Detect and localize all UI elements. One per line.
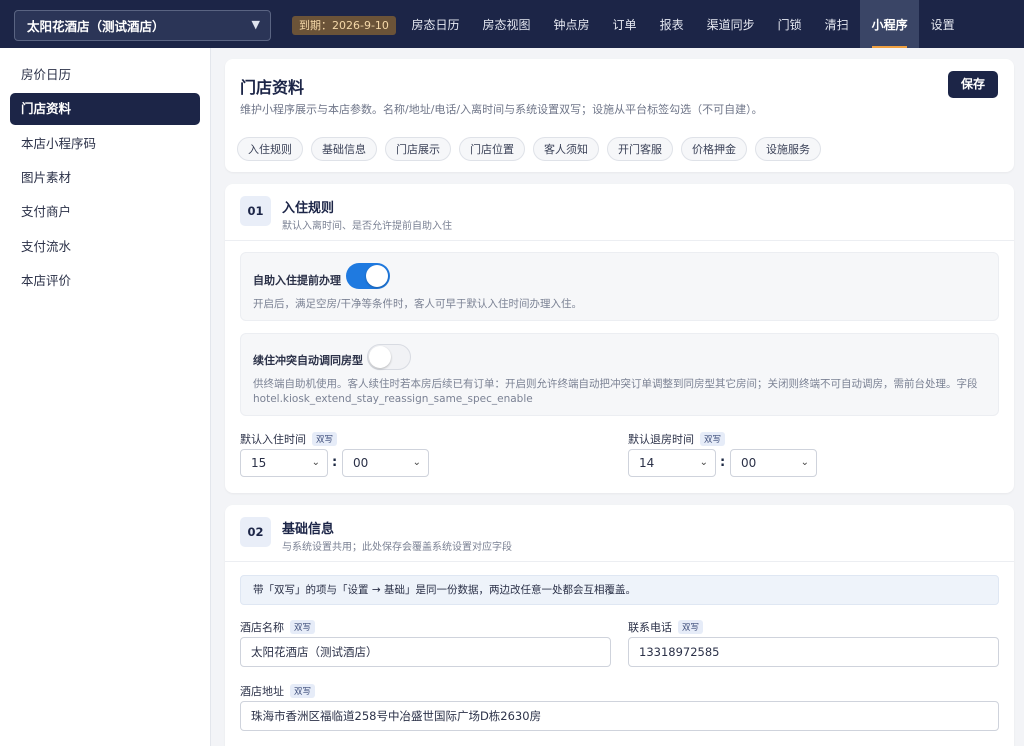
sidebar-item-reviews[interactable]: 本店评价	[10, 265, 200, 297]
option-label: 自助入住提前办理	[253, 274, 341, 287]
self-checkin-toggle[interactable]	[346, 263, 390, 289]
checkin-rules-card: 01 入住规则 默认入离时间、是否允许提前自助入住 自助入住提前办理 开启后，满…	[225, 184, 1014, 493]
dual-write-tag: 双写	[290, 684, 316, 698]
sidebar-item-price-calendar[interactable]: 房价日历	[10, 59, 200, 91]
section-subtitle: 默认入离时间、是否允许提前自助入住	[282, 221, 452, 232]
nav-channel-sync[interactable]: 渠道同步	[695, 0, 766, 48]
sidebar-item-store-info[interactable]: 门店资料	[10, 93, 200, 125]
phone-label: 联系电话 双写	[628, 619, 704, 635]
nav-cleaning[interactable]: 清扫	[813, 0, 860, 48]
description-field-name: hotel.kiosk_extend_stay_reassign_same_sp…	[253, 393, 533, 405]
chevron-down-icon: ⌄	[800, 457, 809, 468]
dual-write-info: 带「双写」的项与「设置 → 基础」是同一份数据，两边改任意一处都会互相覆盖。	[240, 575, 999, 605]
section-chips: 入住规则 基础信息 门店展示 门店位置 客人须知 开门客服 价格押金 设施服务	[237, 137, 829, 161]
sidebar: 房价日历 门店资料 本店小程序码 图片素材 支付商户 支付流水 本店评价	[0, 48, 211, 746]
extend-stay-option: 续住冲突自动调同房型 供终端自助机使用。客人续住时若本房后续已有订单：开启则允许…	[240, 333, 999, 416]
checkout-hour-select[interactable]: 14 ⌄	[628, 449, 716, 477]
page-description: 维护小程序展示与本店参数。名称/地址/电话/入离时间与系统设置双写；设施从平台标…	[240, 103, 763, 116]
self-checkin-option: 自助入住提前办理 开启后，满足空房/干净等条件时，客人可早于默认入住时间办理入住…	[240, 252, 999, 321]
checkout-minute-select[interactable]: 00 ⌄	[730, 449, 817, 477]
phone-input[interactable]: 13318972585	[628, 637, 999, 667]
section-subtitle: 与系统设置共用；此处保存会覆盖系统设置对应字段	[282, 542, 512, 553]
description-line-1: 供终端自助机使用。客人续住时若本房后续已有订单：开启则允许终端自动把冲突订单调整…	[253, 378, 978, 390]
checkin-minute-select[interactable]: 00 ⌄	[342, 449, 429, 477]
section-title: 基础信息	[282, 522, 335, 537]
sidebar-item-qr-code[interactable]: 本店小程序码	[10, 128, 200, 160]
chip-store-location[interactable]: 门店位置	[459, 137, 525, 161]
time-separator: :	[332, 455, 338, 470]
extend-stay-toggle[interactable]	[367, 344, 411, 370]
section-title: 入住规则	[282, 201, 335, 216]
chip-guest-notice[interactable]: 客人须知	[533, 137, 599, 161]
divider	[225, 240, 1014, 241]
checkin-time-label: 默认入住时间 双写	[240, 431, 338, 447]
chevron-down-icon: ⌄	[311, 457, 320, 468]
nav-settings[interactable]: 设置	[919, 0, 966, 48]
page-title: 门店资料	[240, 78, 305, 97]
checkout-time-label: 默认退房时间 双写	[628, 431, 726, 447]
chip-store-display[interactable]: 门店展示	[385, 137, 451, 161]
nav-room-view[interactable]: 房态视图	[471, 0, 542, 48]
chip-price-deposit[interactable]: 价格押金	[681, 137, 747, 161]
chevron-down-icon: ⌄	[699, 457, 708, 468]
checkin-hour-select[interactable]: 15 ⌄	[240, 449, 328, 477]
header-card: 门店资料 维护小程序展示与本店参数。名称/地址/电话/入离时间与系统设置双写；设…	[225, 59, 1014, 172]
save-button[interactable]: 保存	[948, 71, 998, 98]
dual-write-tag: 双写	[290, 620, 316, 634]
nav-orders[interactable]: 订单	[601, 0, 648, 48]
nav-door-lock[interactable]: 门锁	[766, 0, 813, 48]
chip-basic-info[interactable]: 基础信息	[311, 137, 377, 161]
hotel-name: 太阳花酒店（测试酒店）	[27, 19, 165, 34]
dual-write-tag: 双写	[700, 432, 726, 446]
top-bar: 太阳花酒店（测试酒店） ▼ 到期：2026-9-10 房态日历 房态视图 钟点房…	[0, 0, 1024, 48]
sidebar-item-payment-merchant[interactable]: 支付商户	[10, 196, 200, 228]
nav-hourly-room[interactable]: 钟点房	[542, 0, 601, 48]
hotel-name-input[interactable]: 太阳花酒店（测试酒店）	[240, 637, 611, 667]
main-nav: 房态日历 房态视图 钟点房 订单 报表 渠道同步 门锁 清扫 小程序 设置	[400, 0, 966, 48]
address-input[interactable]: 珠海市香洲区福临道258号中冶盛世国际广场D栋2630房	[240, 701, 999, 731]
option-description: 供终端自助机使用。客人续住时若本房后续已有订单：开启则允许终端自动把冲突订单调整…	[253, 377, 993, 407]
divider	[225, 561, 1014, 562]
hotel-selector[interactable]: 太阳花酒店（测试酒店） ▼	[14, 10, 271, 41]
chevron-down-icon: ⌄	[412, 457, 421, 468]
sidebar-item-payment-flow[interactable]: 支付流水	[10, 231, 200, 263]
chip-checkin-rules[interactable]: 入住规则	[237, 137, 303, 161]
hotel-name-label: 酒店名称 双写	[240, 619, 316, 635]
nav-reports[interactable]: 报表	[648, 0, 695, 48]
dual-write-tag: 双写	[312, 432, 338, 446]
expire-badge: 到期：2026-9-10	[292, 16, 396, 35]
caret-down-icon: ▼	[251, 18, 260, 31]
chip-facilities[interactable]: 设施服务	[755, 137, 821, 161]
dual-write-tag: 双写	[678, 620, 704, 634]
nav-mini-program[interactable]: 小程序	[860, 0, 920, 48]
option-description: 开启后，满足空房/干净等条件时，客人可早于默认入住时间办理入住。	[253, 298, 583, 310]
section-number: 02	[240, 517, 271, 547]
sidebar-item-image-assets[interactable]: 图片素材	[10, 162, 200, 194]
section-number: 01	[240, 196, 271, 226]
time-separator: :	[720, 455, 726, 470]
nav-room-calendar[interactable]: 房态日历	[400, 0, 471, 48]
address-label: 酒店地址 双写	[240, 683, 316, 699]
option-label: 续住冲突自动调同房型	[253, 354, 363, 367]
chip-door-service[interactable]: 开门客服	[607, 137, 673, 161]
basic-info-card: 02 基础信息 与系统设置共用；此处保存会覆盖系统设置对应字段 带「双写」的项与…	[225, 505, 1014, 746]
